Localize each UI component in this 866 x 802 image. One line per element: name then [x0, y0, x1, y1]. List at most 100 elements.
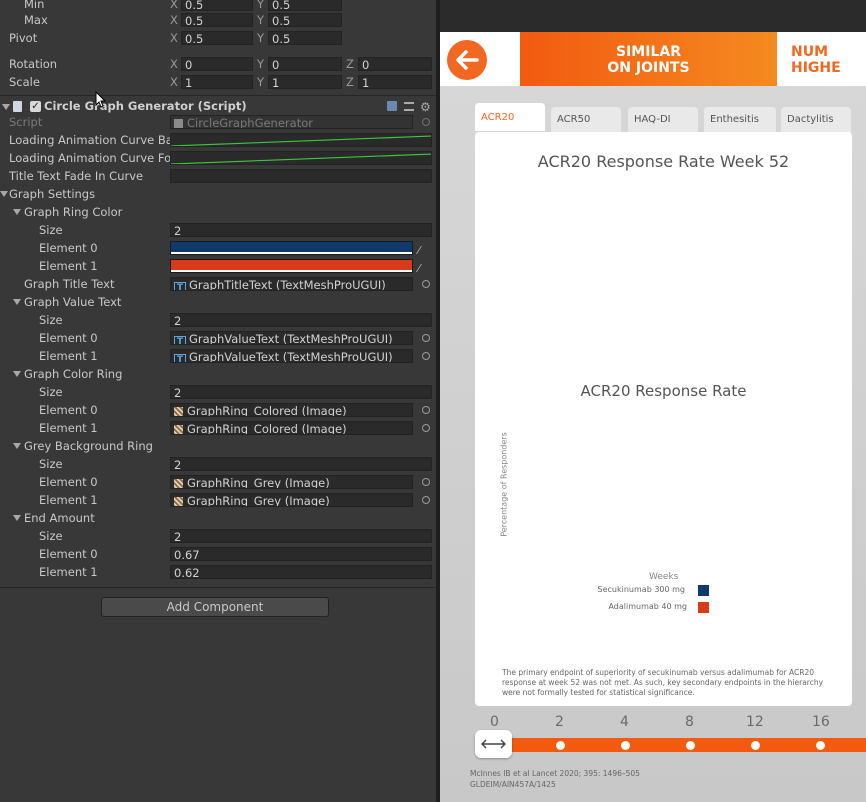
- field-value: GraphRing_Colored (Image): [187, 422, 347, 435]
- max-y-field[interactable]: 0.5: [268, 13, 342, 28]
- textmeshpro-icon: T: [174, 354, 186, 362]
- foldout-arrow-icon[interactable]: [0, 191, 8, 197]
- similar-on-joints-tab[interactable]: SIMILAR ON JOINTS: [520, 32, 777, 86]
- banner2-line-2: HIGHE: [791, 60, 841, 76]
- tab-acr20[interactable]: ACR20: [475, 103, 545, 131]
- timeline-handle[interactable]: [475, 730, 512, 758]
- timeline-dot[interactable]: [751, 741, 760, 750]
- timeline-dot[interactable]: [621, 741, 630, 750]
- max-x-field[interactable]: 0.5: [181, 13, 253, 28]
- back-button[interactable]: [447, 40, 487, 80]
- enabled-checkbox[interactable]: ✓: [30, 101, 41, 112]
- field-value: GraphValueText (TextMeshProUGUI): [189, 350, 393, 363]
- scale-z-field[interactable]: 1: [358, 75, 432, 90]
- preset-sliders-icon[interactable]: [404, 102, 414, 111]
- value-text-el1-row: Element 1 T GraphValueText (TextMeshProUG…: [0, 348, 436, 365]
- graph-title-text-field[interactable]: T GraphTitleText (TextMeshProUGUI): [170, 277, 413, 291]
- end-amount-size-row: Size 2: [0, 528, 436, 545]
- eyedropper-icon[interactable]: ⁄: [418, 242, 420, 259]
- rotation-z-field[interactable]: 0: [358, 57, 432, 72]
- foldout-arrow-icon[interactable]: [13, 443, 21, 449]
- end-amount-el1-field[interactable]: 0.62: [170, 565, 432, 579]
- chart-card: ACR20 Response Rate Week 52 ACR20 Respon…: [475, 132, 852, 706]
- tab-dactylitis[interactable]: Dactylitis: [781, 107, 851, 133]
- inspector-panel: Min X 0.5 Y 0.5 Max X 0.5 Y 0.5 Pivot X …: [0, 0, 436, 802]
- min-y-field[interactable]: 0.5: [268, 0, 342, 12]
- graph-settings-foldout[interactable]: Graph Settings: [0, 186, 436, 203]
- element-0-label: Element 0: [39, 547, 98, 561]
- value-text-el1-field[interactable]: T GraphValueText (TextMeshProUGUI): [170, 349, 413, 363]
- end-amount-size-field[interactable]: 2: [170, 529, 432, 543]
- pivot-x-field[interactable]: 0.5: [181, 31, 253, 46]
- foldout-arrow-icon[interactable]: [13, 299, 21, 305]
- grey-ring-size-field[interactable]: 2: [170, 457, 432, 471]
- end-amount-foldout[interactable]: End Amount: [0, 510, 436, 527]
- end-amount-el0-row: Element 0 0.67: [0, 546, 436, 563]
- rotation-y-field[interactable]: 0: [268, 57, 342, 72]
- min-x-field[interactable]: 0.5: [181, 0, 253, 12]
- timeline-dot[interactable]: [816, 741, 825, 750]
- object-picker-icon[interactable]: [422, 334, 430, 342]
- timeline-dot[interactable]: [556, 741, 565, 750]
- color-ring-size-field[interactable]: 2: [170, 385, 432, 399]
- color-ring-foldout[interactable]: Graph Color Ring: [0, 366, 436, 383]
- axis-y-label: Y: [257, 75, 265, 89]
- ring-color-size-field[interactable]: 2: [170, 223, 432, 237]
- object-picker-icon[interactable]: [422, 496, 430, 504]
- grey-ring-el0-field[interactable]: GraphRing_Grey (Image): [170, 475, 413, 489]
- object-picker-icon[interactable]: [422, 280, 430, 288]
- scale-label: Scale: [9, 75, 40, 89]
- color-ring-size-row: Size 2: [0, 384, 436, 401]
- numerically-higher-tab[interactable]: NUM HIGHE: [777, 32, 866, 86]
- tab-enthesitis[interactable]: Enthesitis: [704, 107, 776, 133]
- axis-y-label: Y: [257, 31, 265, 45]
- grey-ring-el1-field[interactable]: GraphRing_Grey (Image): [170, 493, 413, 507]
- grey-ring-foldout[interactable]: Grey Background Ring: [0, 438, 436, 455]
- object-picker-icon[interactable]: [422, 478, 430, 486]
- graph-title-text-label: Graph Title Text: [24, 277, 115, 291]
- timeline-track[interactable]: [475, 738, 866, 752]
- color-swatch-1[interactable]: [170, 259, 413, 273]
- color-ring-el1-field[interactable]: GraphRing_Colored (Image): [170, 421, 413, 435]
- value-text-foldout[interactable]: Graph Value Text: [0, 294, 436, 311]
- foldout-arrow-icon[interactable]: [13, 371, 21, 377]
- component-header[interactable]: ✓ Circle Graph Generator (Script) ⚙: [0, 99, 436, 115]
- value-text-el0-field[interactable]: T GraphValueText (TextMeshProUGUI): [170, 331, 413, 345]
- end-amount-el0-field[interactable]: 0.67: [170, 547, 432, 561]
- foldout-arrow-icon[interactable]: [13, 515, 21, 521]
- loading-curve-fore-row: Loading Animation Curve Fo: [0, 150, 436, 167]
- loading-curve-fore-field[interactable]: [170, 151, 432, 165]
- ring-color-foldout[interactable]: Graph Ring Color: [0, 204, 436, 221]
- tab-haq-di[interactable]: HAQ-DI: [628, 107, 698, 133]
- double-arrow-icon: [481, 739, 506, 749]
- tab-acr50[interactable]: ACR50: [551, 107, 621, 133]
- rotation-row: Rotation X 0 Y 0 Z 0: [0, 56, 436, 73]
- element-1-label: Element 1: [39, 493, 98, 507]
- script-field: CircleGraphGenerator: [170, 115, 413, 129]
- scale-y-field[interactable]: 1: [268, 75, 342, 90]
- eyedropper-icon[interactable]: ⁄: [418, 260, 420, 277]
- script-value: CircleGraphGenerator: [187, 116, 313, 129]
- rotation-x-field[interactable]: 0: [181, 57, 253, 72]
- element-0-label: Element 0: [39, 403, 98, 417]
- foldout-arrow-icon[interactable]: [2, 104, 10, 110]
- field-value: GraphRing_Colored (Image): [187, 404, 347, 417]
- top-banner: SIMILAR ON JOINTS NUM HIGHE: [440, 32, 866, 86]
- foldout-arrow-icon[interactable]: [13, 209, 21, 215]
- timeline-dot[interactable]: [686, 741, 695, 750]
- object-picker-icon[interactable]: [422, 406, 430, 414]
- help-book-icon[interactable]: [387, 101, 397, 111]
- value-text-size-field[interactable]: 2: [170, 313, 432, 327]
- object-picker-icon[interactable]: [422, 352, 430, 360]
- add-component-button[interactable]: Add Component: [101, 597, 329, 617]
- element-1-label: Element 1: [39, 421, 98, 435]
- loading-curve-back-field[interactable]: [170, 133, 432, 147]
- object-picker-icon[interactable]: [422, 424, 430, 432]
- color-ring-el0-field[interactable]: GraphRing_Colored (Image): [170, 403, 413, 417]
- title-fade-curve-field[interactable]: [170, 169, 432, 183]
- scale-x-field[interactable]: 1: [181, 75, 253, 90]
- size-label: Size: [39, 313, 63, 327]
- pivot-y-field[interactable]: 0.5: [268, 31, 342, 46]
- reference-line-1: McInnes IB et al Lancet 2020; 395: 1496–…: [470, 769, 640, 778]
- color-swatch-0[interactable]: [170, 241, 413, 255]
